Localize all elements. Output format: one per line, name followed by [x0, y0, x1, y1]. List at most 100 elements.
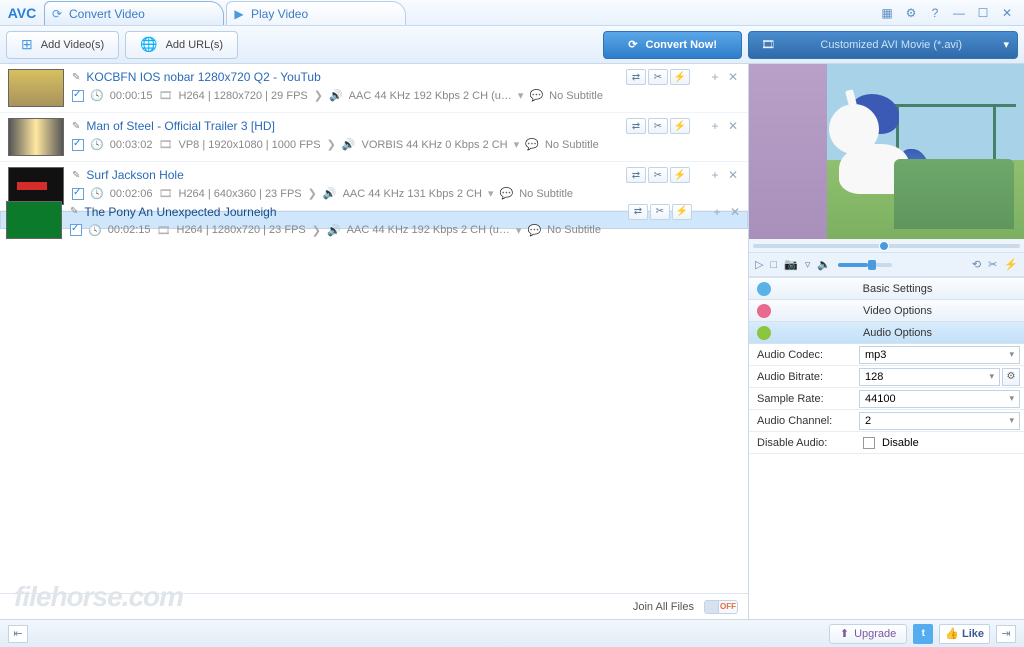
- audio-dropdown[interactable]: ▾: [518, 89, 524, 102]
- repeat-button[interactable]: ⇄: [626, 69, 646, 85]
- video-thumbnail[interactable]: [8, 118, 64, 156]
- repeat-button[interactable]: ⇄: [628, 204, 648, 220]
- cut-button[interactable]: ✂: [648, 167, 668, 183]
- edit-title-icon[interactable]: ✎: [72, 170, 80, 181]
- expand-icon[interactable]: ❯: [308, 187, 317, 200]
- option-label: Sample Rate:: [749, 393, 859, 405]
- remove-item-button[interactable]: ✕: [726, 119, 740, 133]
- video-thumbnail[interactable]: [6, 201, 62, 239]
- expand-icon[interactable]: ❯: [314, 89, 323, 102]
- video-thumbnail[interactable]: [8, 69, 64, 107]
- file-checkbox[interactable]: [72, 188, 84, 200]
- panel-toggle-left[interactable]: ⇤: [8, 625, 28, 643]
- video-info: H264 | 640x360 | 23 FPS: [179, 188, 302, 200]
- upgrade-button[interactable]: ⬆Upgrade: [829, 624, 907, 644]
- rotate-button[interactable]: ⟲: [972, 258, 981, 271]
- file-checkbox[interactable]: [72, 90, 84, 102]
- expand-icon[interactable]: ❯: [327, 138, 336, 151]
- edit-title-icon[interactable]: ✎: [72, 72, 80, 83]
- seek-handle[interactable]: [879, 241, 889, 251]
- remove-item-button[interactable]: ✕: [726, 168, 740, 182]
- bitrate-settings-button[interactable]: ⚙: [1002, 368, 1020, 386]
- audio-bitrate-select[interactable]: 128▾: [859, 368, 1000, 386]
- join-all-files-label[interactable]: Join All Files: [633, 601, 694, 613]
- close-button[interactable]: ✕: [998, 5, 1016, 21]
- play-button[interactable]: ▷: [755, 258, 763, 271]
- add-item-button[interactable]: +: [708, 119, 722, 133]
- maximize-button[interactable]: ☐: [974, 5, 992, 21]
- audio-dropdown[interactable]: ▾: [514, 138, 520, 151]
- sample-rate-select[interactable]: 44100▾: [859, 390, 1020, 408]
- cut-button[interactable]: ✂: [648, 69, 668, 85]
- video-thumbnail[interactable]: [8, 167, 64, 205]
- file-checkbox[interactable]: [72, 139, 84, 151]
- skin-button[interactable]: ▦: [878, 5, 896, 21]
- volume-icon[interactable]: 🔈: [817, 258, 831, 271]
- repeat-button[interactable]: ⇄: [626, 118, 646, 134]
- film-icon: 🎞: [159, 89, 173, 102]
- tab-convert-video[interactable]: ⟳ Convert Video: [44, 1, 224, 25]
- cut-button[interactable]: ✂: [648, 118, 668, 134]
- minimize-button[interactable]: —: [950, 5, 968, 21]
- audio-codec-select[interactable]: mp3▾: [859, 346, 1020, 364]
- snapshot-button[interactable]: 📷: [784, 258, 798, 271]
- convert-icon: ⟳: [45, 7, 69, 21]
- settings-button[interactable]: ⚙: [902, 5, 920, 21]
- seek-bar[interactable]: [749, 239, 1024, 253]
- remove-item-button[interactable]: ✕: [728, 205, 742, 219]
- audio-dropdown[interactable]: ▾: [516, 224, 522, 237]
- file-row[interactable]: ✎ KOCBFN IOS nobar 1280x720 Q2 - YouTub …: [0, 64, 748, 113]
- audio-options-section[interactable]: Audio Options: [749, 322, 1024, 344]
- effects-button[interactable]: ⚡: [670, 167, 690, 183]
- audio-channel-select[interactable]: 2▾: [859, 412, 1020, 430]
- effects-button[interactable]: ⚡: [672, 204, 692, 220]
- section-icon: [757, 304, 771, 318]
- subtitle-info: No Subtitle: [547, 224, 601, 236]
- speaker-icon: 🔊: [342, 138, 356, 151]
- basic-settings-section[interactable]: Basic Settings: [749, 278, 1024, 300]
- add-item-button[interactable]: +: [708, 168, 722, 182]
- add-url-button[interactable]: 🌐 Add URL(s): [125, 31, 238, 59]
- stop-button[interactable]: □: [770, 259, 777, 271]
- tab-play-video[interactable]: ▶ Play Video: [226, 1, 406, 25]
- effects-button[interactable]: ⚡: [670, 118, 690, 134]
- snapshot-menu[interactable]: ▿: [805, 258, 811, 271]
- twitter-button[interactable]: t: [913, 624, 933, 644]
- file-panel-footer: Join All Files OFF: [0, 593, 748, 619]
- add-item-button[interactable]: +: [710, 205, 724, 219]
- cut-button[interactable]: ✂: [988, 258, 997, 271]
- file-title[interactable]: Man of Steel - Official Trailer 3 [HD]: [86, 119, 275, 133]
- file-row[interactable]: ✎ Man of Steel - Official Trailer 3 [HD]…: [0, 113, 748, 162]
- add-item-button[interactable]: +: [708, 70, 722, 84]
- remove-item-button[interactable]: ✕: [726, 70, 740, 84]
- file-title[interactable]: The Pony An Unexpected Journeigh: [84, 205, 276, 219]
- effects-button[interactable]: ⚡: [670, 69, 690, 85]
- repeat-button[interactable]: ⇄: [626, 167, 646, 183]
- file-list: ✎ KOCBFN IOS nobar 1280x720 Q2 - YouTub …: [0, 64, 748, 593]
- file-checkbox[interactable]: [70, 224, 82, 236]
- disable-audio-checkbox[interactable]: [863, 437, 875, 449]
- cut-button[interactable]: ✂: [650, 204, 670, 220]
- file-row[interactable]: ✎ The Pony An Unexpected Journeigh ⇄ ✂ ⚡…: [0, 211, 748, 229]
- join-toggle[interactable]: OFF: [704, 600, 738, 614]
- video-options-section[interactable]: Video Options: [749, 300, 1024, 322]
- output-profile-button[interactable]: 🎞 Customized AVI Movie (*.avi) ▾: [748, 31, 1018, 59]
- audio-info: AAC 44 KHz 192 Kbps 2 CH (u…: [349, 90, 512, 102]
- audio-dropdown[interactable]: ▾: [488, 187, 494, 200]
- file-title[interactable]: Surf Jackson Hole: [86, 168, 183, 182]
- convert-now-button[interactable]: ⟳ Convert Now!: [603, 31, 742, 59]
- select-value: mp3: [865, 349, 886, 361]
- help-button[interactable]: ?: [926, 5, 944, 21]
- edit-title-icon[interactable]: ✎: [72, 121, 80, 132]
- add-video-button[interactable]: ⊞ Add Video(s): [6, 31, 119, 59]
- edit-title-icon[interactable]: ✎: [70, 206, 78, 217]
- effects-button[interactable]: ⚡: [1004, 258, 1018, 271]
- panel-toggle-right[interactable]: ⇥: [996, 625, 1016, 643]
- video-preview[interactable]: [749, 64, 1024, 239]
- expand-icon[interactable]: ❯: [312, 224, 321, 237]
- volume-slider[interactable]: [838, 263, 892, 267]
- facebook-like-button[interactable]: 👍Like: [939, 624, 990, 644]
- film-icon: 🎞: [159, 187, 173, 200]
- file-title[interactable]: KOCBFN IOS nobar 1280x720 Q2 - YouTub: [86, 70, 320, 84]
- audio-channel-row: Audio Channel: 2▾: [749, 410, 1024, 432]
